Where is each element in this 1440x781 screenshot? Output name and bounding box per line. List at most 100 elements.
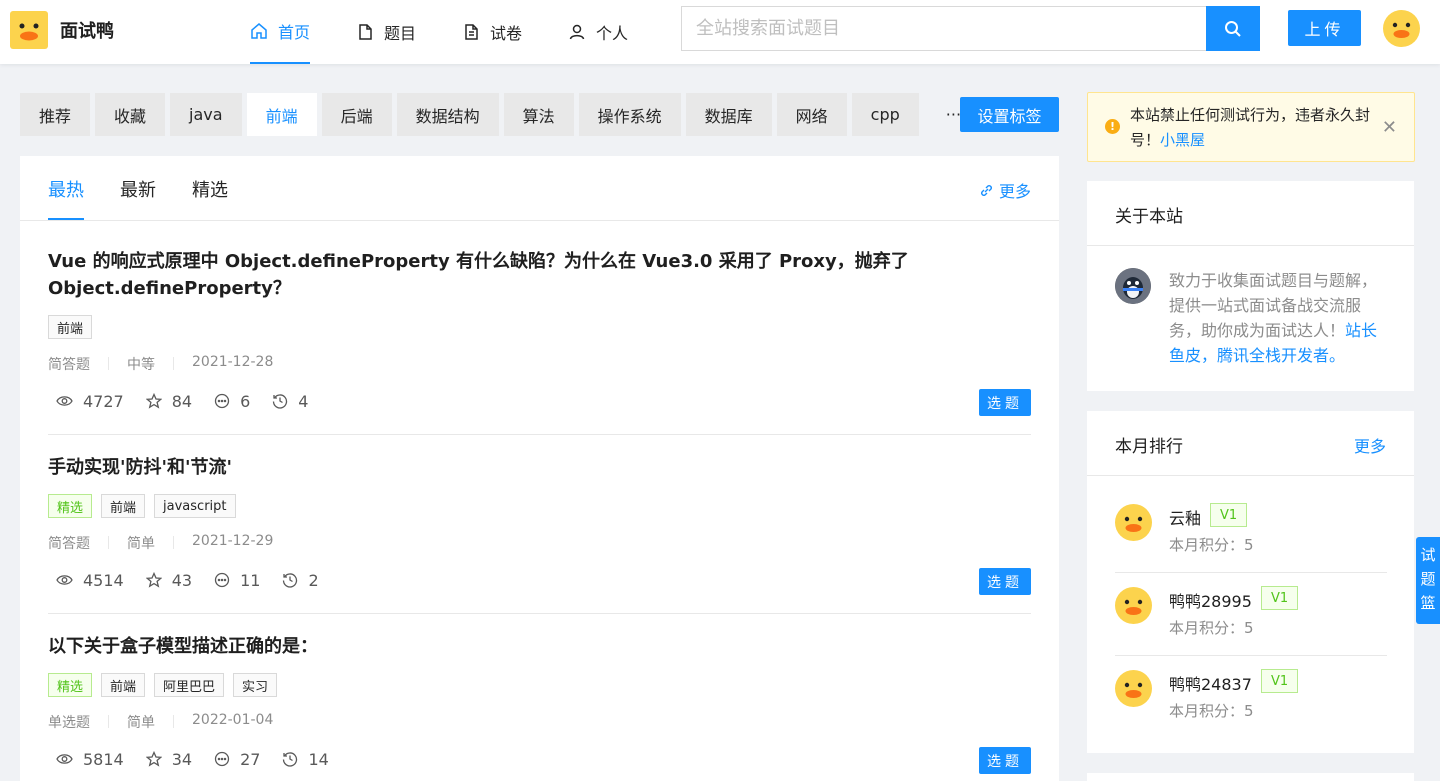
meta-divider <box>173 536 174 549</box>
pick-question-button[interactable]: 选题 <box>979 568 1031 595</box>
rank-item[interactable]: 鸭鸭24837 V1 本月积分：5 <box>1115 661 1387 744</box>
comment-icon <box>214 393 230 409</box>
eye-icon <box>56 396 73 406</box>
tag-frontend[interactable]: 前端 <box>246 93 317 136</box>
more-link[interactable]: 更多 <box>979 178 1031 202</box>
answer-count: 4 <box>272 392 308 411</box>
tab-latest[interactable]: 最新 <box>120 176 156 202</box>
view-count-value: 5814 <box>83 749 124 769</box>
user-avatar[interactable] <box>1115 670 1152 707</box>
question-title[interactable]: 以下关于盒子模型描述正确的是： <box>48 633 1031 660</box>
star-count[interactable]: 43 <box>145 571 192 590</box>
pick-question-button[interactable]: 选题 <box>979 747 1031 774</box>
rank-item[interactable]: 云釉 V1 本月积分：5 <box>1115 495 1387 578</box>
question-stats: 4727 84 6 4 <box>48 389 1031 413</box>
question-stats: 5814 34 27 14 <box>48 747 1031 771</box>
tag-recommend[interactable]: 推荐 <box>20 93 91 136</box>
tag-algorithms[interactable]: 算法 <box>503 93 574 136</box>
about-card-header: 关于本站 <box>1087 181 1414 246</box>
tag-backend[interactable]: 后端 <box>321 93 392 136</box>
question-item[interactable]: 手动实现'防抖'和'节流' 精选 前端 javascript 简答题 简单 20… <box>48 454 1031 595</box>
level-badge: V1 <box>1261 669 1299 693</box>
question-date: 2021-12-28 <box>192 354 274 370</box>
eye-icon <box>56 575 73 585</box>
tag-database[interactable]: 数据库 <box>685 93 772 136</box>
duck-logo-icon[interactable] <box>10 11 48 49</box>
tag-data-structures[interactable]: 数据结构 <box>396 93 499 136</box>
ranking-more-link[interactable]: 更多 <box>1354 433 1386 457</box>
featured-tag[interactable]: 精选 <box>48 494 93 518</box>
comment-count-value: 6 <box>240 391 251 411</box>
question-tag[interactable]: 前端 <box>48 315 93 339</box>
owner-avatar[interactable] <box>1115 268 1151 304</box>
tag-network[interactable]: 网络 <box>776 93 847 136</box>
nav-home[interactable]: 首页 <box>250 0 311 64</box>
rank-user-name[interactable]: 云釉 <box>1169 505 1201 529</box>
comment-count-value: 27 <box>240 749 261 769</box>
question-tag[interactable]: 前端 <box>101 494 146 518</box>
user-avatar[interactable] <box>1115 504 1152 541</box>
tag-favorites[interactable]: 收藏 <box>95 93 166 136</box>
blacklist-link[interactable]: 小黑屋 <box>1160 131 1205 149</box>
nav-personal[interactable]: 个人 <box>568 0 628 64</box>
answer-count: 2 <box>282 570 319 590</box>
tag-cpp[interactable]: cpp <box>851 93 919 136</box>
question-tags: 精选 前端 阿里巴巴 实习 <box>48 673 1031 697</box>
question-title[interactable]: Vue 的响应式原理中 Object.defineProperty 有什么缺陷？… <box>48 248 1031 302</box>
rank-item[interactable]: 鸭鸭28995 V1 本月积分：5 <box>1115 578 1387 661</box>
nav-papers-label: 试卷 <box>490 24 523 43</box>
history-icon <box>283 752 298 767</box>
meta-divider <box>108 357 109 370</box>
question-title[interactable]: 手动实现'防抖'和'节流' <box>48 454 1031 481</box>
nav-home-label: 首页 <box>278 23 311 42</box>
question-tag[interactable]: 前端 <box>101 673 146 697</box>
search-input[interactable] <box>681 6 1206 51</box>
star-count[interactable]: 34 <box>145 749 193 769</box>
question-date: 2021-12-29 <box>192 533 274 549</box>
close-icon[interactable]: ✕ <box>1382 117 1397 138</box>
tag-java[interactable]: java <box>170 93 242 136</box>
question-item[interactable]: 以下关于盒子模型描述正确的是： 精选 前端 阿里巴巴 实习 单选题 简单 202… <box>48 633 1031 774</box>
comment-count: 11 <box>214 571 260 590</box>
tab-hottest[interactable]: 最热 <box>48 176 84 202</box>
question-tag[interactable]: 实习 <box>233 673 278 697</box>
meta-divider <box>173 357 174 370</box>
ranking-card: 本月排行 更多 云釉 V1 本月积分：5 鸭鸭28995 V1 本月积分：5 鸭… <box>1087 411 1414 753</box>
question-basket-button[interactable]: 试题篮 <box>1416 537 1440 624</box>
site-name[interactable]: 面试鸭 <box>60 17 114 43</box>
user-avatar[interactable] <box>1383 10 1420 47</box>
pick-question-button[interactable]: 选题 <box>979 389 1031 416</box>
comment-count: 6 <box>214 392 250 411</box>
history-icon <box>273 394 288 409</box>
question-tag[interactable]: javascript <box>154 494 236 518</box>
star-icon <box>145 393 162 409</box>
rank-user-name[interactable]: 鸭鸭28995 <box>1169 588 1252 612</box>
nav-papers[interactable]: 试卷 <box>462 0 522 64</box>
star-count[interactable]: 84 <box>145 391 193 411</box>
upload-button[interactable]: 上传 <box>1288 10 1361 46</box>
rank-user-name[interactable]: 鸭鸭24837 <box>1169 671 1252 695</box>
paper-icon <box>465 24 478 40</box>
question-tag[interactable]: 阿里巴巴 <box>154 673 225 697</box>
level-badge: V1 <box>1261 586 1299 610</box>
nav-questions[interactable]: 题目 <box>356 0 416 64</box>
question-type: 简答题 <box>48 536 90 552</box>
search-icon <box>1225 20 1241 37</box>
user-avatar[interactable] <box>1115 587 1152 624</box>
featured-tag[interactable]: 精选 <box>48 673 93 697</box>
question-difficulty: 简单 <box>127 536 155 552</box>
tab-active-indicator <box>48 218 84 220</box>
star-icon <box>145 572 162 588</box>
star-count-value: 84 <box>171 391 193 411</box>
question-type: 简答题 <box>48 357 90 373</box>
star-icon <box>145 751 162 767</box>
tag-os[interactable]: 操作系统 <box>578 93 681 136</box>
question-item[interactable]: Vue 的响应式原理中 Object.defineProperty 有什么缺陷？… <box>48 248 1031 416</box>
tab-featured[interactable]: 精选 <box>192 176 228 202</box>
set-tags-button[interactable]: 设置标签 <box>960 97 1059 132</box>
question-date: 2022-01-04 <box>192 712 274 728</box>
answer-count-value: 2 <box>308 570 319 590</box>
star-count-value: 34 <box>171 749 193 769</box>
search-button[interactable] <box>1206 6 1260 51</box>
ranking-title: 本月排行 <box>1115 437 1183 457</box>
